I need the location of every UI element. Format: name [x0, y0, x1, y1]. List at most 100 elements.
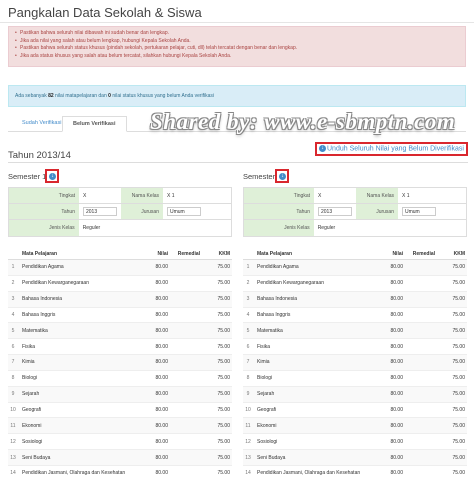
subject-name: Pendidikan Agama [257, 264, 299, 271]
subject-name: Bahasa Inggris [22, 311, 56, 318]
subject-name: Bahasa Indonesia [257, 296, 298, 303]
kkm-value: 75.00 [452, 264, 465, 271]
row-number: 8 [246, 375, 250, 382]
nilai-value: 80.00 [390, 375, 403, 382]
info-middle: nilai matapelajaran dan [55, 93, 107, 99]
row-number: 10 [245, 407, 251, 414]
subject-name: Seni Budaya [257, 454, 286, 461]
info-suffix: nilai status khusus yang belum Anda veri… [112, 93, 215, 99]
kkm-value: 75.00 [217, 422, 230, 429]
subject-name: Fisika [22, 343, 36, 350]
grades-header: Mata Pelajaran Nilai Remedial KKM [8, 247, 232, 260]
tingkat-label: Tingkat [244, 188, 314, 203]
page-title: Pangkalan Data Sekolah & Siswa [8, 5, 202, 20]
semester-download-button[interactable]: ↓ [45, 169, 59, 183]
semester-panel-2: Semester 2 ↓ Tingkat X Nama Kelas X 1 Ta… [243, 163, 467, 479]
subject-name: Seni Budaya [22, 454, 51, 461]
warning-item: Pastikan bahwa seluruh nilai dibawah ini… [15, 30, 459, 38]
subject-name: Ekonomi [257, 422, 277, 429]
row-number: 6 [246, 343, 250, 350]
nilai-value: 80.00 [155, 391, 168, 398]
kkm-value: 75.00 [217, 407, 230, 414]
table-row: 1 Pendidikan Agama 80.00 75.00 [8, 260, 232, 276]
tahun-label: Tahun [9, 204, 79, 219]
table-row: 2 Pendidikan Kewarganegaraan 80.00 75.00 [243, 276, 467, 292]
table-row: 13 Seni Budaya 80.00 75.00 [243, 450, 467, 466]
kkm-value: 75.00 [217, 391, 230, 398]
nilai-value: 80.00 [390, 327, 403, 334]
kkm-value: 75.00 [452, 438, 465, 445]
download-circle-icon: ↓ [279, 173, 286, 180]
header-mata-pelajaran: Mata Pelajaran [257, 251, 293, 257]
jenis-kelas-value: Reguler [82, 225, 101, 231]
semester-download-button[interactable]: ↓ [275, 169, 289, 183]
table-row: 9 Sejarah 80.00 75.00 [8, 386, 232, 403]
nilai-value: 80.00 [155, 438, 168, 445]
nilai-value: 80.00 [155, 343, 168, 350]
nilai-value: 80.00 [155, 296, 168, 303]
nilai-value: 80.00 [155, 454, 168, 461]
kkm-value: 75.00 [452, 311, 465, 318]
row-number: 3 [11, 296, 15, 303]
download-unverified-button[interactable]: ↓ Unduh Seluruh Nilai yang Belum Diverifi… [315, 142, 468, 156]
header-nilai: Nilai [392, 251, 403, 257]
kkm-value: 75.00 [452, 375, 465, 382]
nilai-value: 80.00 [390, 438, 403, 445]
header-remedial: Remedial [412, 251, 435, 257]
subject-name: Pendidikan Agama [22, 264, 64, 271]
row-number: 2 [246, 280, 250, 287]
row-number: 10 [10, 407, 16, 414]
kkm-value: 75.00 [452, 391, 465, 398]
nilai-value: 80.00 [155, 311, 168, 318]
warning-item: Jika ada status khusus yang salah atau b… [15, 53, 459, 61]
kkm-value: 75.00 [217, 327, 230, 334]
kkm-value: 75.00 [452, 454, 465, 461]
subject-name: Sosiologi [257, 438, 278, 445]
tahun-field[interactable]: 2013 [318, 207, 352, 216]
nilai-value: 80.00 [390, 343, 403, 350]
table-row: 1 Pendidikan Agama 80.00 75.00 [243, 260, 467, 276]
header-kkm: KKM [453, 251, 465, 257]
table-row: 4 Bahasa Inggris 80.00 75.00 [8, 308, 232, 324]
row-number: 13 [10, 454, 16, 461]
row-number: 11 [245, 422, 251, 429]
download-label: Unduh Seluruh Nilai yang Belum Diverifik… [327, 145, 464, 153]
year-heading: Tahun 2013/14 [8, 150, 71, 161]
table-row: 4 Bahasa Inggris 80.00 75.00 [243, 308, 467, 324]
warning-item: Pastikan bahwa seluruh status khusus (pi… [15, 45, 459, 53]
subject-name: Pendidikan Kewarganegaraan [22, 280, 89, 287]
kkm-value: 75.00 [217, 375, 230, 382]
table-row: 6 Fisika 80.00 75.00 [8, 339, 232, 356]
row-number: 7 [246, 359, 250, 366]
tingkat-value: X [83, 193, 87, 199]
nilai-value: 80.00 [390, 280, 403, 287]
table-row: 7 Kimia 80.00 75.00 [8, 355, 232, 371]
subject-name: Geografi [257, 407, 277, 414]
kkm-value: 75.00 [217, 454, 230, 461]
row-number: 6 [11, 343, 15, 350]
jurusan-field[interactable]: Umum [167, 207, 201, 216]
subject-name: Bahasa Inggris [257, 311, 291, 318]
title-divider [0, 22, 474, 23]
class-info-table: Tingkat X Nama Kelas X 1 Tahun 2013 Juru… [243, 187, 467, 237]
nilai-value: 80.00 [155, 280, 168, 287]
kkm-value: 75.00 [217, 264, 230, 271]
nilai-value: 80.00 [155, 407, 168, 414]
subject-name: Pendidikan Jasmani, Olahraga dan Kesehat… [257, 470, 361, 477]
row-number: 1 [246, 264, 250, 271]
kkm-value: 75.00 [452, 470, 465, 477]
kkm-value: 75.00 [452, 327, 465, 334]
row-number: 5 [11, 327, 15, 334]
semester-panel-1: Semester 1 ↓ Tingkat X Nama Kelas X 1 Ta… [8, 163, 232, 479]
table-row: 11 Ekonomi 80.00 75.00 [8, 418, 232, 435]
row-number: 1 [11, 264, 15, 271]
grades-table: Mata Pelajaran Nilai Remedial KKM 1 Pendi… [8, 247, 232, 479]
tahun-field[interactable]: 2013 [83, 207, 117, 216]
jurusan-field[interactable]: Umum [402, 207, 436, 216]
nilai-value: 80.00 [155, 422, 168, 429]
table-row: 8 Biologi 80.00 75.00 [8, 371, 232, 387]
kkm-value: 75.00 [452, 359, 465, 366]
tab-belum-verifikasi[interactable]: Belum Verifikasi [62, 116, 127, 132]
nilai-value: 80.00 [390, 359, 403, 366]
jenis-kelas-value: Reguler [317, 225, 336, 231]
